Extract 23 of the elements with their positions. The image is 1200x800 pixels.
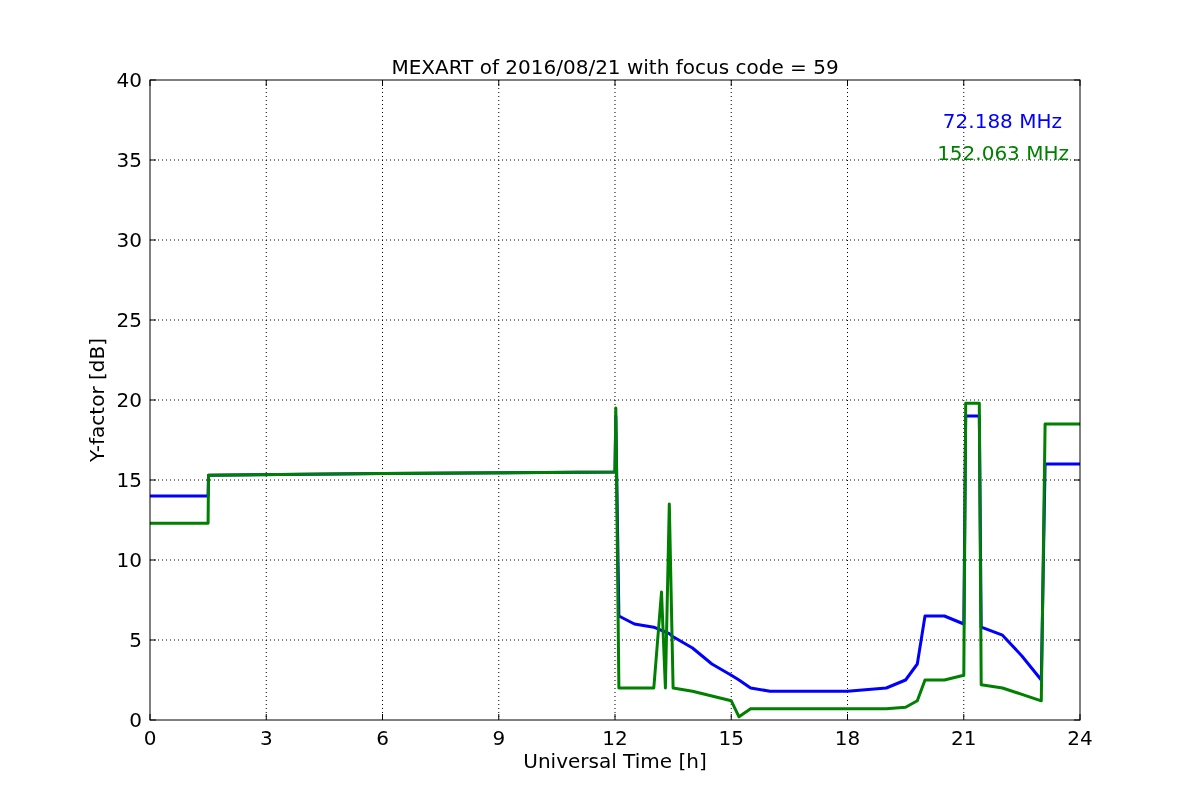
- x-tick-label: 15: [718, 726, 744, 750]
- x-tick-label: 21: [951, 726, 977, 750]
- x-tick-label: 12: [602, 726, 628, 750]
- y-tick-label: 35: [116, 148, 142, 172]
- x-tick-label: 18: [834, 726, 861, 750]
- legend-label: 152.063 MHz: [937, 141, 1069, 165]
- x-tick-label: 9: [492, 726, 506, 750]
- x-tick-label: 0: [143, 726, 157, 750]
- y-tick-label: 20: [116, 388, 142, 412]
- y-tick-label: 5: [129, 628, 142, 652]
- y-tick-label: 30: [116, 228, 142, 252]
- y-tick-label: 15: [116, 468, 142, 492]
- y-tick-label: 0: [129, 708, 142, 732]
- y-tick-label: 10: [116, 548, 142, 572]
- y-axis-label: Y-factor [dB]: [85, 338, 109, 462]
- legend-label: 72.188 MHz: [942, 109, 1062, 133]
- chart-title: MEXART of 2016/08/21 with focus code = 59: [391, 55, 839, 79]
- y-tick-label: 40: [116, 68, 142, 92]
- x-tick-label: 3: [259, 726, 273, 750]
- y-tick-label: 25: [116, 308, 142, 332]
- x-axis-label: Universal Time [h]: [523, 749, 707, 773]
- x-tick-label: 24: [1067, 726, 1093, 750]
- x-tick-label: 6: [376, 726, 389, 750]
